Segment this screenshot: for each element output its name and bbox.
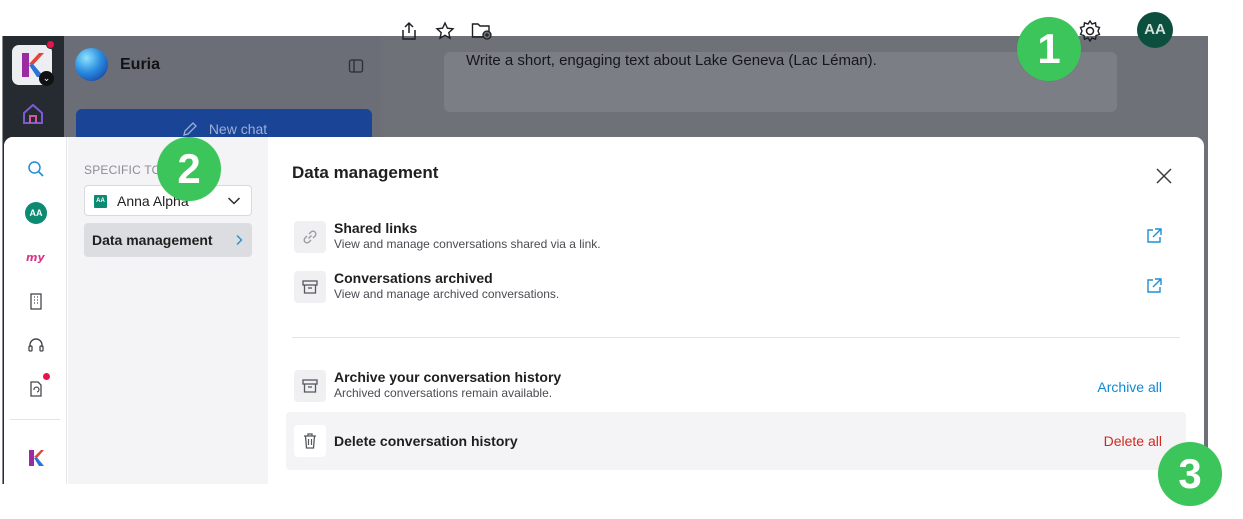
link-icon bbox=[294, 221, 326, 253]
step-badge-1: 1 bbox=[1017, 17, 1081, 81]
row-description: View and manage archived conversations. bbox=[334, 287, 560, 301]
archive-icon bbox=[294, 370, 326, 402]
step-badge-2: 2 bbox=[157, 137, 221, 201]
step-badge-3: 3 bbox=[1158, 442, 1222, 506]
row-title: Delete conversation history bbox=[334, 433, 518, 449]
external-link-icon[interactable] bbox=[1145, 227, 1163, 245]
chevron-down-icon[interactable]: ⌄ bbox=[39, 71, 54, 86]
rail-divider bbox=[10, 419, 60, 420]
chevron-right-icon bbox=[236, 235, 243, 245]
home-icon[interactable] bbox=[21, 102, 45, 126]
euria-logo bbox=[75, 48, 108, 81]
row-title: Shared links bbox=[334, 220, 418, 236]
sidebar-toggle-icon[interactable] bbox=[348, 58, 364, 74]
devices-icon[interactable] bbox=[24, 377, 48, 401]
star-icon[interactable] bbox=[435, 21, 455, 41]
section-divider bbox=[292, 337, 1180, 338]
delete-history-row: Delete conversation history Delete all bbox=[286, 412, 1186, 470]
new-chat-label: New chat bbox=[208, 121, 268, 137]
folder-add-icon[interactable] bbox=[471, 21, 492, 40]
external-link-icon[interactable] bbox=[1145, 277, 1163, 295]
notification-dot bbox=[43, 373, 50, 380]
nav-item-data-management[interactable]: Data management bbox=[84, 223, 252, 257]
gear-icon[interactable] bbox=[1078, 19, 1102, 43]
user-avatar[interactable]: AA bbox=[1137, 12, 1173, 48]
user-prompt-text: Write a short, engaging text about Lake … bbox=[466, 52, 877, 69]
delete-all-button[interactable]: Delete all bbox=[1104, 433, 1162, 449]
conversations-archived-row[interactable]: Conversations archived View and manage a… bbox=[286, 263, 1186, 313]
account-badge: AA bbox=[94, 195, 107, 208]
archive-all-button[interactable]: Archive all bbox=[1097, 379, 1162, 395]
row-description: Archived conversations remain available. bbox=[334, 386, 553, 400]
account-avatar[interactable]: AA bbox=[24, 201, 48, 225]
pencil-icon bbox=[182, 122, 197, 136]
row-title: Archive your conversation history bbox=[334, 369, 562, 385]
myk-icon[interactable]: my bbox=[24, 245, 48, 269]
infomaniak-logo[interactable] bbox=[24, 446, 48, 470]
svg-text:my: my bbox=[26, 251, 45, 264]
headset-icon[interactable] bbox=[24, 333, 48, 357]
settings-content: Data management Shared links View and ma… bbox=[268, 137, 1204, 484]
nav-item-label: Data management bbox=[92, 232, 213, 248]
page-title: Data management bbox=[292, 163, 439, 182]
close-icon[interactable] bbox=[1155, 167, 1173, 185]
nav-heading: SPECIFIC TO bbox=[84, 163, 162, 177]
share-icon[interactable] bbox=[400, 21, 418, 41]
archive-icon bbox=[294, 271, 326, 303]
app-name: Euria bbox=[120, 56, 161, 73]
trash-icon bbox=[294, 425, 326, 457]
avatar-initials: AA bbox=[25, 202, 47, 224]
row-description: View and manage conversations shared via… bbox=[334, 237, 601, 251]
row-title: Conversations archived bbox=[334, 270, 493, 286]
building-icon[interactable] bbox=[24, 289, 48, 313]
notification-dot bbox=[46, 40, 55, 49]
chevron-down-icon bbox=[227, 197, 241, 205]
search-icon[interactable] bbox=[24, 157, 48, 181]
modal-app-rail: AA my bbox=[4, 137, 67, 484]
shared-links-row[interactable]: Shared links View and manage conversatio… bbox=[286, 213, 1186, 263]
archive-history-row: Archive your conversation history Archiv… bbox=[286, 362, 1186, 412]
